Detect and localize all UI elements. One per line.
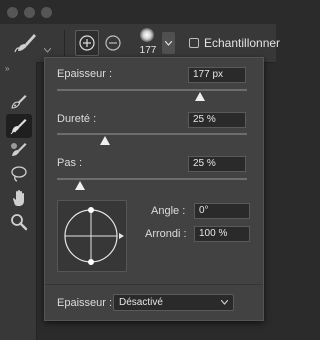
roundness-label: Arrondi : — [145, 228, 187, 240]
bandage-brush-icon — [11, 95, 27, 109]
divider — [45, 284, 263, 285]
brush-size-readout: 177 — [139, 45, 157, 56]
hardness-field[interactable]: 25 % — [188, 112, 246, 128]
brush-tip-preview[interactable] — [140, 28, 154, 42]
hardness-slider-thumb[interactable] — [99, 136, 110, 145]
roundness-field[interactable]: 100 % — [194, 226, 250, 242]
pressure-size-label: Epaisseur : — [57, 297, 113, 309]
minimize-window-button[interactable] — [24, 7, 35, 18]
subtract-mode-button[interactable] — [101, 30, 125, 56]
sample-all-layers-label: Echantillonner — [204, 36, 281, 50]
tool-zoom[interactable] — [6, 210, 32, 234]
brush-shape-preview[interactable] — [57, 200, 127, 272]
tool-brush[interactable] — [6, 114, 32, 138]
size-slider-thumb[interactable] — [194, 92, 205, 101]
spacing-field[interactable]: 25 % — [188, 156, 246, 172]
angle-field[interactable]: 0° — [194, 203, 250, 219]
chevron-down-icon — [165, 41, 172, 46]
close-window-button[interactable] — [7, 7, 18, 18]
tool-color-replacement[interactable] — [6, 138, 32, 162]
size-label: Epaisseur : — [57, 68, 113, 80]
chevron-down-icon[interactable] — [43, 40, 52, 53]
zoom-icon — [11, 214, 28, 231]
angle-label: Angle : — [151, 205, 186, 217]
brush-tool-preset-icon[interactable] — [14, 32, 38, 54]
size-field[interactable]: 177 px — [188, 67, 246, 83]
chevron-down-icon — [221, 300, 228, 305]
color-brush-icon — [11, 143, 27, 156]
add-mode-button[interactable] — [75, 30, 99, 56]
zoom-window-button[interactable] — [41, 7, 52, 18]
hand-icon — [13, 190, 24, 206]
hardness-label: Dureté : — [57, 113, 97, 125]
tool-hand[interactable] — [6, 186, 32, 210]
brush-settings-popup: Epaisseur : 177 px Dureté : 25 % Pas : 2… — [44, 57, 264, 321]
pressure-size-value: Désactivé — [119, 297, 163, 308]
brush-picker-toggle[interactable] — [162, 32, 175, 54]
pressure-size-select[interactable]: Désactivé — [113, 294, 234, 311]
hardness-slider-track[interactable] — [57, 133, 247, 135]
collapse-panel-icon[interactable]: » — [5, 64, 10, 73]
plus-circle-icon — [79, 35, 95, 51]
brush-icon — [10, 119, 27, 135]
sample-all-layers-checkbox[interactable] — [189, 38, 199, 48]
size-slider-track[interactable] — [57, 89, 247, 91]
window-titlebar — [0, 0, 276, 24]
spacing-slider-thumb[interactable] — [74, 181, 85, 190]
spacing-slider-track[interactable] — [57, 178, 247, 180]
angle-roundness-widget[interactable] — [58, 201, 128, 273]
lasso-icon — [11, 166, 27, 182]
tool-lasso[interactable] — [6, 162, 32, 186]
spacing-label: Pas : — [57, 157, 83, 169]
minus-circle-icon — [105, 35, 121, 51]
tool-spot-healing-brush[interactable] — [6, 90, 32, 114]
